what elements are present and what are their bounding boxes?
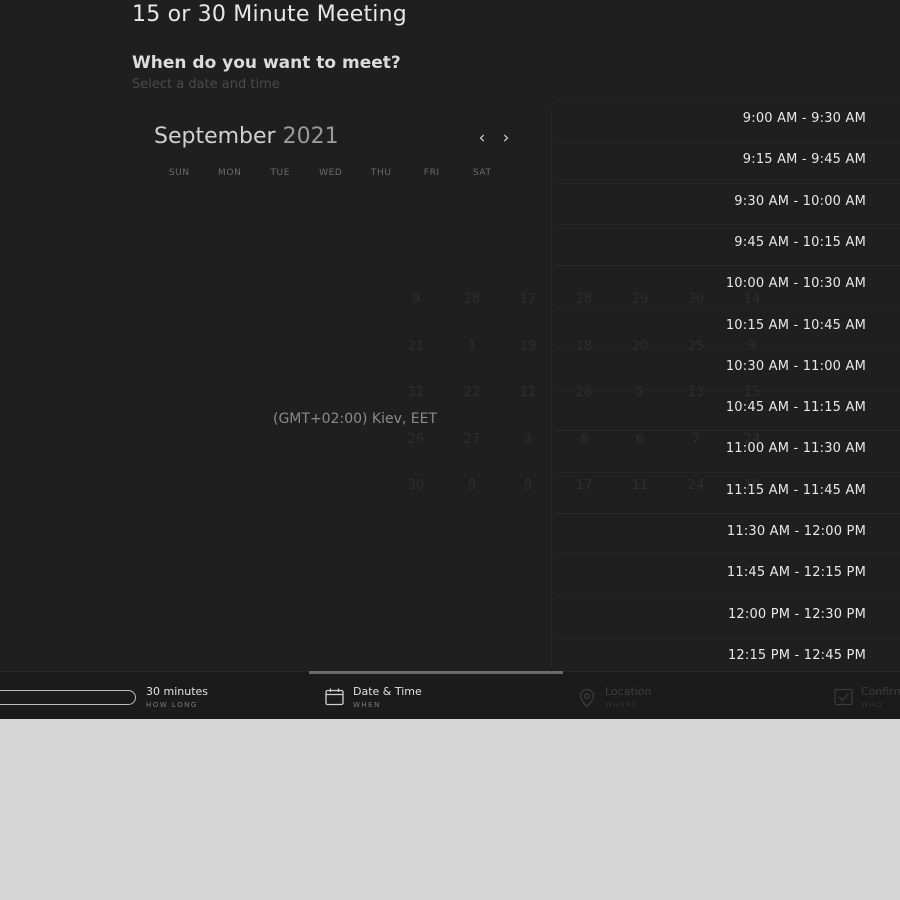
chevron-right-icon: ›: [502, 128, 510, 148]
step-location[interactable]: Location WHERE: [605, 685, 652, 709]
step-location-sub: WHERE: [605, 701, 639, 709]
faded-day: 22: [463, 385, 481, 400]
weekday-label: TUE: [270, 168, 291, 178]
weekday-header: SUN MON TUE WED THU FRI SAT: [154, 168, 508, 182]
time-slot-label: 11:15 AM - 11:45 AM: [725, 482, 866, 498]
time-slot-button[interactable]: 11:00 AM - 11:30 AM: [556, 430, 900, 472]
active-step-indicator: [309, 671, 563, 674]
time-slot-button[interactable]: 11:45 AM - 12:15 PM: [556, 554, 900, 596]
prev-month-button[interactable]: ‹: [474, 128, 490, 148]
time-slot-button[interactable]: 10:00 AM - 10:30 AM: [556, 265, 900, 307]
faded-day: 28: [463, 292, 481, 307]
time-slot-button[interactable]: 10:30 AM - 11:00 AM: [556, 347, 900, 390]
faded-day: 11: [519, 385, 537, 400]
time-slot-button[interactable]: 9:30 AM - 10:00 AM: [556, 182, 900, 225]
weekday-label: SUN: [168, 168, 190, 178]
confirm-icon: [834, 688, 853, 706]
duration-progress: [0, 690, 136, 705]
time-slot-label: 10:15 AM - 10:45 AM: [725, 317, 866, 333]
timezone-selector[interactable]: (GMT+02:00) Kiev, EET: [273, 411, 437, 427]
step-date-time-label: Date & Time: [353, 685, 422, 698]
faded-day: 21: [407, 338, 425, 354]
location-pin-icon: [579, 688, 595, 708]
time-slot-label: 10:30 AM - 11:00 AM: [725, 358, 866, 374]
weekday-label: WED: [319, 168, 343, 178]
time-slot-label: 9:45 AM - 10:15 AM: [734, 234, 866, 250]
month-year-label: September 2021: [154, 124, 339, 149]
time-slot-label: 10:45 AM - 11:15 AM: [725, 400, 866, 416]
step-duration-label: 30 minutes: [146, 685, 209, 698]
weekday-label: MON: [218, 168, 242, 178]
time-slot-button[interactable]: 9:15 AM - 9:45 AM: [556, 141, 900, 183]
time-slot-button[interactable]: 9:00 AM - 9:30 AM: [556, 100, 900, 142]
divider: [551, 108, 552, 668]
page-title: 15 or 30 Minute Meeting: [132, 2, 407, 27]
section-subtitle: Select a date and time: [132, 77, 280, 92]
step-confirm-sub: WHO: [861, 701, 884, 709]
weekday-label: THU: [370, 168, 392, 178]
faded-day: 30: [407, 478, 425, 493]
time-slot-button[interactable]: 11:30 AM - 12:00 PM: [556, 513, 900, 555]
time-slot-label: 9:15 AM - 9:45 AM: [742, 152, 866, 168]
time-slot-label: 11:00 AM - 11:30 AM: [725, 441, 866, 457]
faded-day: 19: [519, 338, 537, 354]
time-slot-label: 11:45 AM - 12:15 PM: [726, 565, 866, 581]
time-slot-button[interactable]: 9:45 AM - 10:15 AM: [556, 223, 900, 266]
section-heading: When do you want to meet?: [132, 53, 401, 73]
faded-day: 9: [467, 478, 477, 493]
time-slot-button[interactable]: 11:15 AM - 11:45 AM: [556, 471, 900, 514]
step-duration-sub: HOW LONG: [146, 701, 198, 709]
faded-day: 26: [407, 431, 425, 447]
month-label: September: [154, 124, 276, 149]
faded-day: 1: [467, 338, 477, 354]
faded-day: 9: [523, 478, 533, 493]
time-slot-button[interactable]: 10:15 AM - 10:45 AM: [556, 306, 900, 349]
weekday-label: FRI: [423, 168, 440, 178]
step-location-label: Location: [605, 685, 652, 698]
time-slot-label: 11:30 AM - 12:00 PM: [726, 524, 866, 539]
next-month-button[interactable]: ›: [498, 128, 514, 148]
faded-day: 17: [519, 292, 537, 307]
year-label: 2021: [282, 124, 339, 149]
time-slot-label: 12:15 PM - 12:45 PM: [727, 647, 866, 663]
time-slot-button[interactable]: 10:45 AM - 11:15 AM: [556, 389, 900, 431]
time-slot-label: 9:00 AM - 9:30 AM: [742, 111, 866, 126]
scheduler-app: 15 or 30 Minute Meeting When do you want…: [0, 0, 900, 719]
step-date-time[interactable]: Date & Time WHEN: [353, 685, 422, 709]
time-slot-label: 9:30 AM - 10:00 AM: [734, 193, 866, 209]
step-bar: 30 minutes HOW LONG Date & Time WHEN Loc…: [0, 671, 900, 719]
weekday-label: SAT: [472, 168, 492, 178]
time-slot-label: 10:00 AM - 10:30 AM: [725, 276, 866, 292]
step-confirm-label: Confirm: [861, 685, 900, 698]
faded-day: 27: [463, 431, 481, 447]
calendar-icon: [325, 688, 344, 706]
step-duration[interactable]: 30 minutes HOW LONG: [146, 685, 208, 709]
time-slot-label: 12:00 PM - 12:30 PM: [727, 606, 866, 622]
step-date-time-sub: WHEN: [353, 701, 381, 709]
chevron-left-icon: ‹: [478, 128, 486, 148]
time-slot-button[interactable]: 12:00 PM - 12:30 PM: [556, 595, 900, 638]
faded-day: 3: [523, 431, 533, 447]
step-confirm[interactable]: Confirm WHO: [861, 685, 900, 709]
faded-day: 9: [411, 292, 421, 307]
